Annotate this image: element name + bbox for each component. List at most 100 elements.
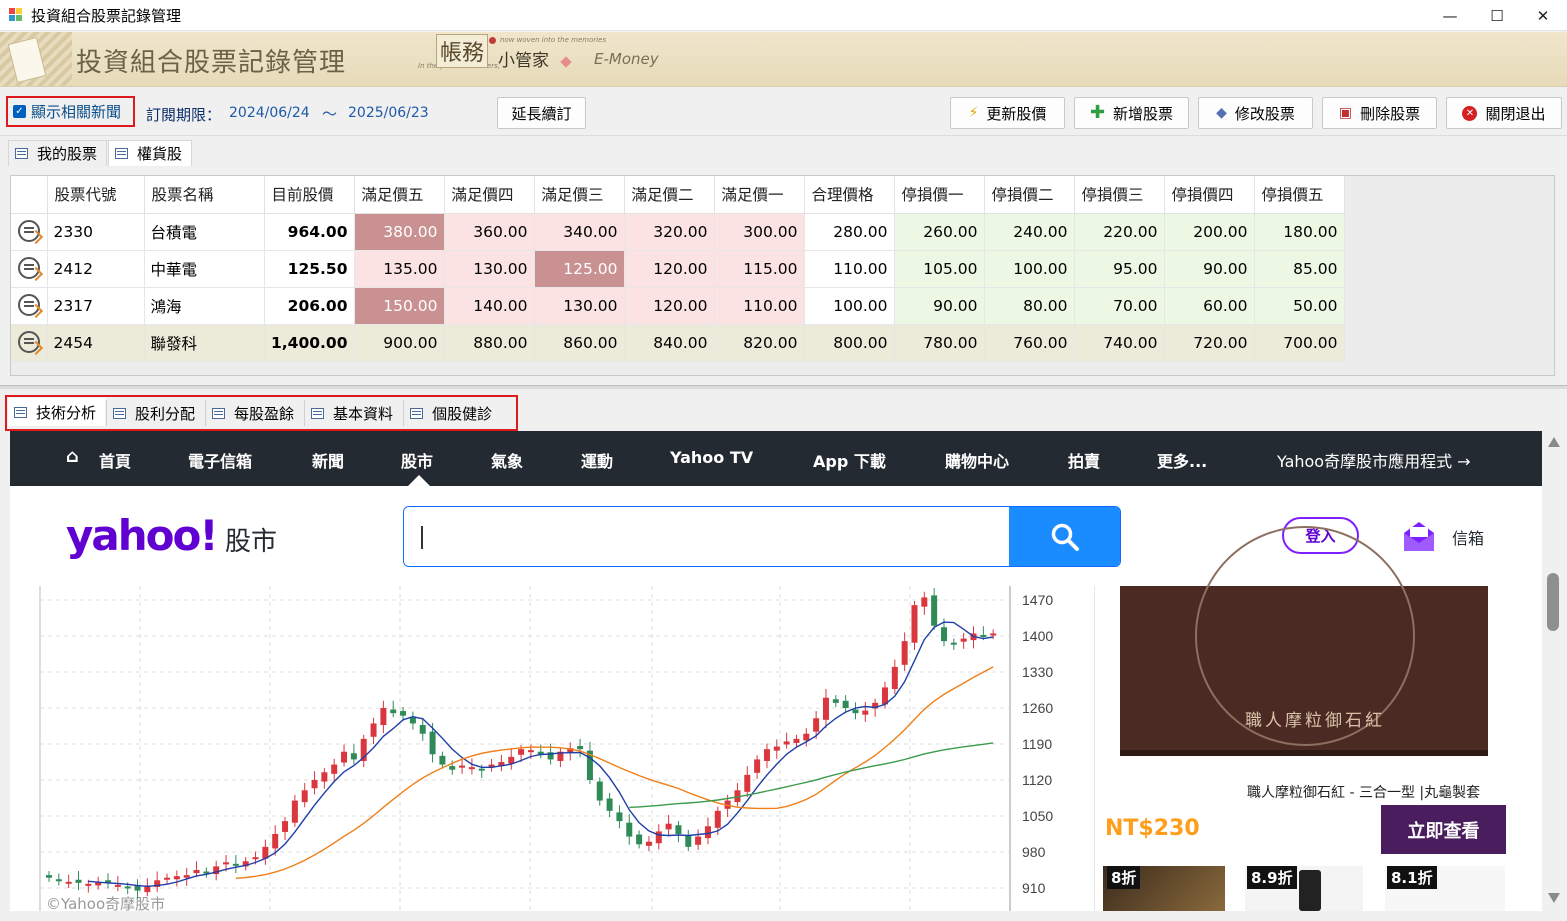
row-news-icon-cell[interactable] [11,287,48,325]
cell-value[interactable]: 180.00 [1254,213,1345,251]
cell-name[interactable]: 台積電 [144,213,265,251]
nav-item-weather[interactable]: 氣象 [491,448,523,472]
col-header[interactable]: 滿足價一 [714,176,805,214]
col-header[interactable]: 停損價三 [1074,176,1165,214]
close-window-button[interactable]: ✕ [1520,0,1566,31]
cell-value[interactable]: 340.00 [534,213,625,251]
cell-value[interactable]: 130.00 [534,287,625,325]
stock-chart[interactable]: 1470 1400 1330 1260 1190 1120 1050 980 910 ©Yahoo… [10,586,1094,911]
col-header[interactable]: 合理價格 [804,176,895,214]
nav-item-app[interactable]: App 下載 [813,448,886,472]
col-header[interactable]: 股票代號 [47,176,145,214]
scroll-up-arrow-icon[interactable] [1548,437,1560,447]
extend-subscription-button[interactable]: 延長續訂 [497,97,586,129]
cell-name[interactable]: 中華電 [144,250,265,288]
cell-value[interactable]: 50.00 [1254,287,1345,325]
edit-stock-button[interactable]: ◆ 修改股票 [1198,97,1313,129]
cell-name[interactable]: 聯發科 [144,324,265,362]
cell-value[interactable]: 820.00 [714,324,805,362]
refresh-price-button[interactable]: ⚡ 更新股價 [950,97,1065,129]
cell-value[interactable]: 200.00 [1164,213,1255,251]
nav-item-home[interactable]: 首頁 [99,448,131,472]
news-chat-icon[interactable] [17,256,40,279]
panel-splitter[interactable] [0,385,1567,389]
cell-value[interactable]: 125.00 [534,250,625,288]
scroll-down-arrow-icon[interactable] [1548,893,1560,903]
cell-value[interactable]: 85.00 [1254,250,1345,288]
browser-scrollbar[interactable] [1543,431,1564,911]
cell-name[interactable]: 鴻海 [144,287,265,325]
row-news-icon-cell[interactable] [11,213,48,251]
cell-value[interactable]: 280.00 [804,213,895,251]
nav-item-tv[interactable]: Yahoo TV [670,448,753,467]
exit-button[interactable]: ✕ 關閉退出 [1446,97,1562,129]
cell-value[interactable]: 300.00 [714,213,805,251]
cell-value[interactable]: 880.00 [444,324,535,362]
cell-value[interactable]: 900.00 [354,324,445,362]
cell-value[interactable]: 135.00 [354,250,445,288]
col-header[interactable]: 滿足價三 [534,176,625,214]
cell-value[interactable]: 360.00 [444,213,535,251]
mail-label[interactable]: 信箱 [1452,525,1484,549]
maximize-button[interactable]: ☐ [1474,0,1520,31]
cell-value[interactable]: 720.00 [1164,324,1255,362]
cell-value[interactable]: 800.00 [804,324,895,362]
cell-value[interactable]: 780.00 [894,324,985,362]
cell-value[interactable]: 860.00 [534,324,625,362]
yahoo-logo-sub[interactable]: 股市 [225,521,277,558]
search-input[interactable] [404,507,1009,566]
col-header[interactable]: 停損價四 [1164,176,1255,214]
cell-value[interactable]: 260.00 [894,213,985,251]
tab-my-stocks[interactable]: 我的股票 [8,140,108,166]
minimize-button[interactable]: — [1427,0,1473,31]
nav-item-stock[interactable]: 股市 [401,448,433,472]
cell-value[interactable]: 320.00 [624,213,715,251]
cell-value[interactable]: 120.00 [624,250,715,288]
cell-value[interactable]: 115.00 [714,250,805,288]
tab-weighted-stocks[interactable]: 權貨股 [108,140,193,166]
cell-value[interactable]: 80.00 [984,287,1075,325]
cell-value[interactable]: 140.00 [444,287,535,325]
row-news-icon-cell[interactable] [11,324,48,362]
cell-value[interactable]: 100.00 [804,287,895,325]
ad-product-image[interactable]: 職人摩粒御石紅 [1120,526,1488,756]
cell-value[interactable]: 90.00 [894,287,985,325]
add-stock-button[interactable]: ✚ 新增股票 [1074,97,1189,129]
cell-value[interactable]: 740.00 [1074,324,1165,362]
cell-value[interactable]: 220.00 [1074,213,1165,251]
cell-value[interactable]: 95.00 [1074,250,1165,288]
cell-price[interactable]: 964.00 [264,213,355,251]
cell-value[interactable]: 700.00 [1254,324,1345,362]
cell-value[interactable]: 100.00 [984,250,1075,288]
mail-icon[interactable] [1402,519,1436,553]
embedded-browser[interactable]: ⌂ 首頁 電子信箱 新聞 股市 氣象 運動 Yahoo TV App 下載 購物… [10,431,1542,911]
table-row[interactable]: 2412 中華電 125.50 135.00 130.00 125.00 120.00 115… [11,250,1345,288]
news-chat-icon[interactable] [17,293,40,316]
ad-cta-button[interactable]: 立即查看 [1381,805,1506,854]
checkbox-checked-icon[interactable]: ✓ [13,105,26,118]
cell-value[interactable]: 760.00 [984,324,1075,362]
cell-code[interactable]: 2330 [47,213,145,251]
cell-value[interactable]: 90.00 [1164,250,1255,288]
col-header[interactable]: 停損價五 [1254,176,1345,214]
home-icon[interactable]: ⌂ [66,446,79,467]
cell-code[interactable]: 2317 [47,287,145,325]
cell-code[interactable]: 2412 [47,250,145,288]
cell-value[interactable]: 380.00 [354,213,445,251]
cell-value[interactable]: 70.00 [1074,287,1165,325]
cell-code[interactable]: 2454 [47,324,145,362]
ad-panel[interactable]: 職人摩粒御石紅 職人摩粒御石紅 - 三合一型 |丸龜製套 NT$230 立即查看… [1094,526,1542,911]
cell-value[interactable]: 105.00 [894,250,985,288]
cell-value[interactable]: 840.00 [624,324,715,362]
nav-item-shopping[interactable]: 購物中心 [945,448,1009,472]
cell-value[interactable]: 60.00 [1164,287,1255,325]
nav-item-stock-app[interactable]: Yahoo奇摩股市應用程式 → [1277,448,1471,472]
nav-item-more[interactable]: 更多... [1157,448,1207,472]
col-header[interactable]: 目前股價 [264,176,355,214]
nav-item-auction[interactable]: 拍賣 [1068,448,1100,472]
nav-item-mail[interactable]: 電子信箱 [188,448,252,472]
cell-value[interactable]: 120.00 [624,287,715,325]
col-header[interactable]: 滿足價五 [354,176,445,214]
col-header[interactable]: 股票名稱 [144,176,265,214]
cell-price[interactable]: 125.50 [264,250,355,288]
